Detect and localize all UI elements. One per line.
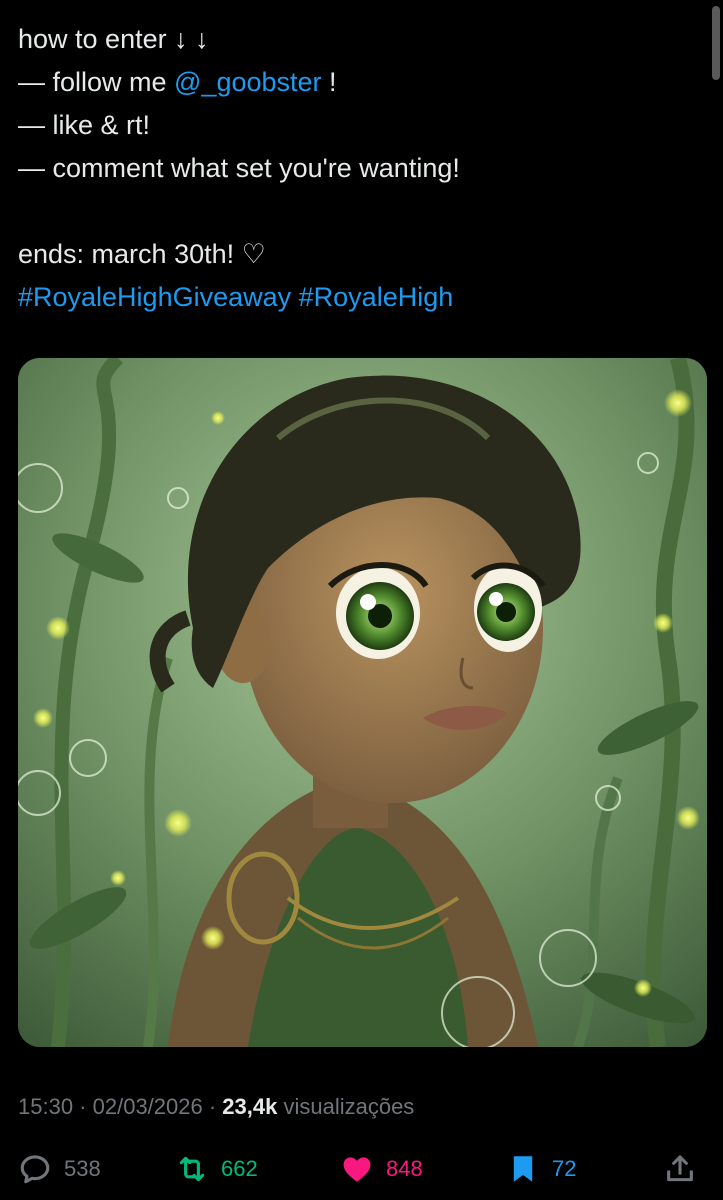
like-count: 848 xyxy=(386,1156,423,1181)
scrollbar[interactable] xyxy=(712,6,720,80)
heart-filled-icon xyxy=(343,1157,371,1182)
action-bar: 538 662 848 72 xyxy=(0,1145,723,1193)
post-line-like-rt: — like & rt! xyxy=(18,110,151,140)
reply-count: 538 xyxy=(64,1156,101,1181)
hashtag-link-royalehighgiveaway[interactable]: #RoyaleHighGiveaway xyxy=(18,282,291,312)
reply-bubble-icon xyxy=(20,1155,50,1184)
retweet-count: 662 xyxy=(221,1156,258,1181)
post-date[interactable]: 02/03/2026 xyxy=(93,1094,203,1119)
meta-separator-2: · xyxy=(202,1094,223,1119)
post-line-ends: ends: march 30th! ♡ xyxy=(18,239,266,269)
retweet-button[interactable]: 662 xyxy=(175,1145,258,1193)
bookmark-button[interactable]: 72 xyxy=(506,1145,576,1193)
meta-separator: · xyxy=(73,1094,93,1119)
post-text: how to enter ↓ ↓ — follow me @_goobster … xyxy=(18,18,698,319)
views-label: visualizações xyxy=(277,1094,415,1119)
post-line-hashtags: #RoyaleHighGiveaway #RoyaleHigh xyxy=(18,276,698,319)
follow-text: — follow me xyxy=(18,67,175,97)
like-button[interactable]: 848 xyxy=(340,1145,423,1193)
hashtag-link-royalehigh[interactable]: #RoyaleHigh xyxy=(299,282,454,312)
underwater-girl-illustration xyxy=(18,358,707,1047)
bookmark-filled-icon xyxy=(513,1156,533,1182)
bookmark-count: 72 xyxy=(552,1156,577,1181)
post-image[interactable] xyxy=(18,358,707,1047)
post-time[interactable]: 15:30 xyxy=(18,1094,73,1119)
post-meta: 15:30 · 02/03/2026 · 23,4k visualizações xyxy=(18,1090,414,1124)
post-line-how-to-enter: how to enter ↓ ↓ xyxy=(18,24,209,54)
reply-button[interactable]: 538 xyxy=(18,1145,101,1193)
post-line-follow: — follow me @_goobster ! xyxy=(18,61,698,104)
views-count: 23,4k xyxy=(222,1094,278,1119)
hashtag-separator xyxy=(291,282,299,312)
share-upload-icon xyxy=(667,1155,693,1182)
share-button[interactable] xyxy=(663,1145,709,1193)
mention-link[interactable]: @_goobster xyxy=(174,67,322,97)
retweet-arrows-icon xyxy=(179,1156,205,1182)
post-line-comment: — comment what set you're wanting! xyxy=(18,153,460,183)
follow-suffix: ! xyxy=(321,67,337,97)
